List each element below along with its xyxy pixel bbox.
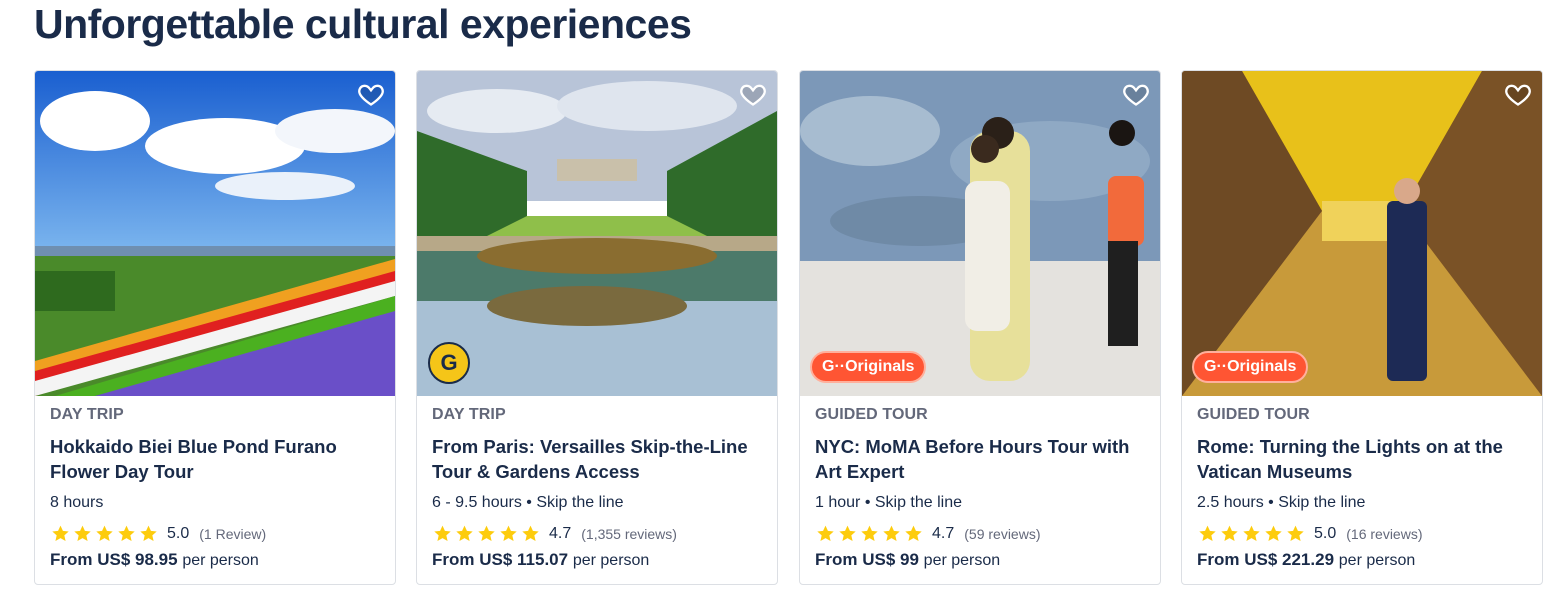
card-image: G··Originals [1182, 71, 1542, 396]
review-count: (1,355 reviews) [581, 526, 677, 542]
card-body: DAY TRIP From Paris: Versailles Skip-the… [432, 406, 765, 570]
rating-value: 5.0 [167, 525, 190, 542]
card-meta: 6 - 9.5 hours • Skip the line [432, 494, 624, 511]
star-icon [905, 525, 922, 541]
card-title[interactable]: From Paris: Versailles Skip-the-Line Tou… [432, 434, 765, 484]
rating-row: 5.0 (16 reviews) [1197, 524, 1530, 544]
card-category: DAY TRIP [432, 406, 506, 423]
review-count: (1 Review) [199, 526, 267, 542]
heart-outline-icon[interactable] [1122, 80, 1150, 108]
star-icon [140, 525, 157, 541]
rating-value: 4.7 [549, 525, 572, 542]
originals-badge: G··Originals [1192, 351, 1309, 383]
star-icon [861, 525, 878, 541]
star-rating [50, 524, 159, 544]
card-meta: 8 hours [50, 494, 104, 511]
card-category: DAY TRIP [50, 406, 124, 423]
section-title: Unforgettable cultural experiences [34, 1, 692, 47]
price-amount: US$ 99 [862, 550, 919, 569]
activity-card-versailles[interactable]: G DAY TRIP From Paris: Versailles Skip-t… [416, 70, 778, 585]
price-amount: US$ 98.95 [97, 550, 178, 569]
price-prefix: From [432, 550, 475, 569]
star-icon [1243, 525, 1260, 541]
rating-row: 5.0 (1 Review) [50, 524, 383, 544]
activity-card-list: DAY TRIP Hokkaido Biei Blue Pond Furano … [34, 70, 1544, 585]
star-rating [432, 524, 541, 544]
price-prefix: From [815, 550, 858, 569]
card-image: G··Originals [800, 71, 1160, 396]
price-amount: US$ 221.29 [1244, 550, 1335, 569]
heart-outline-icon[interactable] [739, 80, 767, 108]
card-title[interactable]: Rome: Turning the Lights on at the Vatic… [1197, 434, 1530, 484]
rating-row: 4.7 (59 reviews) [815, 524, 1148, 544]
card-category: GUIDED TOUR [815, 406, 928, 423]
price-suffix: per person [572, 552, 650, 569]
review-count: (16 reviews) [1346, 526, 1423, 542]
rating-value: 5.0 [1314, 525, 1337, 542]
card-body: GUIDED TOUR Rome: Turning the Lights on … [1197, 406, 1530, 570]
rating-value: 4.7 [932, 525, 955, 542]
card-title[interactable]: NYC: MoMA Before Hours Tour with Art Exp… [815, 434, 1148, 484]
heart-outline-icon[interactable] [357, 80, 385, 108]
price-amount: US$ 115.07 [479, 550, 569, 569]
star-icon [434, 525, 451, 541]
star-icon [500, 525, 517, 541]
star-icon [118, 525, 135, 541]
activity-card-moma[interactable]: G··Originals GUIDED TOUR NYC: MoMA Befor… [799, 70, 1161, 585]
rating-row: 4.7 (1,355 reviews) [432, 524, 765, 544]
price-suffix: per person [1338, 552, 1416, 569]
card-body: GUIDED TOUR NYC: MoMA Before Hours Tour … [815, 406, 1148, 570]
star-icon [522, 525, 539, 541]
price-row: From US$ 99 per person [815, 550, 1148, 570]
star-icon [52, 525, 69, 541]
price-suffix: per person [182, 552, 259, 569]
heart-outline-icon[interactable] [1504, 80, 1532, 108]
getyourguide-badge-icon: G [428, 342, 470, 384]
price-row: From US$ 98.95 per person [50, 550, 383, 570]
card-category: GUIDED TOUR [1197, 406, 1310, 423]
star-icon [1199, 525, 1216, 541]
star-icon [839, 525, 856, 541]
price-suffix: per person [923, 552, 1001, 569]
card-image [35, 71, 395, 396]
star-icon [478, 525, 495, 541]
card-meta: 1 hour • Skip the line [815, 494, 963, 511]
star-icon [456, 525, 473, 541]
price-prefix: From [50, 550, 93, 569]
star-rating [815, 524, 924, 544]
price-row: From US$ 115.07 per person [432, 550, 765, 570]
card-image: G [417, 71, 777, 396]
price-row: From US$ 221.29 per person [1197, 550, 1530, 570]
star-icon [1221, 525, 1238, 541]
card-title[interactable]: Hokkaido Biei Blue Pond Furano Flower Da… [50, 434, 383, 484]
star-rating [1197, 524, 1306, 544]
card-body: DAY TRIP Hokkaido Biei Blue Pond Furano … [50, 406, 383, 570]
star-icon [1287, 525, 1304, 541]
card-meta: 2.5 hours • Skip the line [1197, 494, 1366, 511]
review-count: (59 reviews) [964, 526, 1041, 542]
star-icon [817, 525, 834, 541]
star-icon [96, 525, 113, 541]
activity-card-hokkaido[interactable]: DAY TRIP Hokkaido Biei Blue Pond Furano … [34, 70, 396, 585]
originals-badge: G··Originals [810, 351, 927, 383]
star-icon [883, 525, 900, 541]
star-icon [1265, 525, 1282, 541]
activity-card-vatican[interactable]: G··Originals GUIDED TOUR Rome: Turning t… [1181, 70, 1543, 585]
price-prefix: From [1197, 550, 1240, 569]
star-icon [74, 525, 91, 541]
